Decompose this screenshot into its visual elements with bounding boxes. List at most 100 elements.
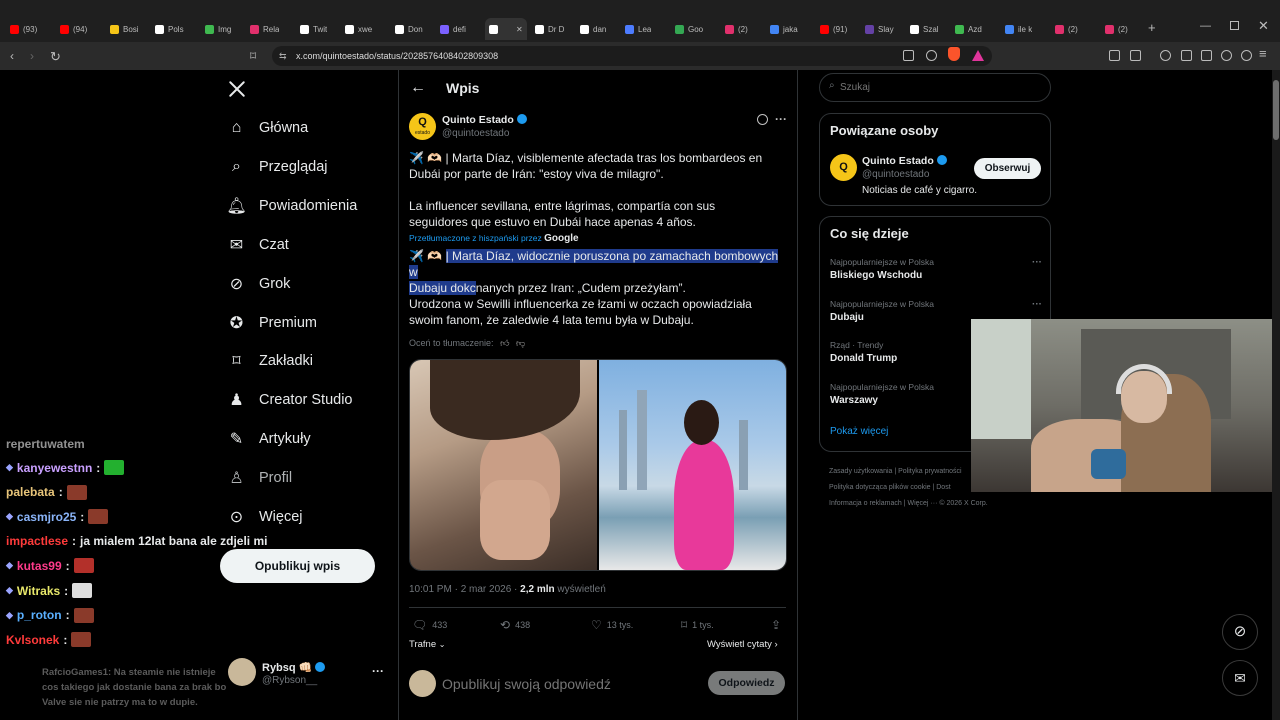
sort-dropdown[interactable]: Trafne ⌄ xyxy=(409,639,445,650)
new-tab-icon[interactable]: + xyxy=(1148,20,1156,35)
trend-more-icon[interactable]: ··· xyxy=(1032,299,1042,310)
timestamp-text[interactable]: 10:01 PM · 2 mar 2026 · xyxy=(409,584,520,595)
author-name[interactable]: Quinto Estado xyxy=(442,114,527,126)
share-action[interactable]: ⇪ xyxy=(771,618,781,632)
show-more-link[interactable]: Pokaż więcej xyxy=(830,426,888,437)
close-tab-icon[interactable]: ✕ xyxy=(516,25,523,34)
post-button[interactable]: Opublikuj wpis xyxy=(220,549,375,583)
back-icon[interactable]: ‹ xyxy=(10,49,14,63)
browser-tab[interactable]: Don xyxy=(395,18,423,40)
footer-line-2[interactable]: Polityka dotycząca plików cookie | Dost xyxy=(829,480,988,496)
tab-search-icon[interactable] xyxy=(1130,50,1141,61)
view-quotes-link[interactable]: Wyświetl cytaty › xyxy=(707,639,778,650)
browser-tab[interactable]: (2) xyxy=(725,18,748,40)
repost-action[interactable]: ⟲ 438 xyxy=(500,618,530,632)
reload-icon[interactable]: ↻ xyxy=(50,49,61,65)
related-avatar[interactable]: Q xyxy=(830,154,857,181)
url-field[interactable]: ⇆ x.com/quintoestado/status/202857640840… xyxy=(272,46,992,66)
install-icon[interactable] xyxy=(903,50,914,61)
browser-tab[interactable]: ile k xyxy=(1005,18,1032,40)
footer-line-3[interactable]: Informacja o reklamach | Więcej ··· © 20… xyxy=(829,496,988,512)
bookmark-page-icon[interactable]: ⌑ xyxy=(250,49,256,63)
account-avatar[interactable] xyxy=(228,658,256,686)
thumbs-down-icon[interactable]: 👎︎ xyxy=(516,338,525,348)
account-more-icon[interactable]: ··· xyxy=(372,664,384,678)
chat-username[interactable]: palebata xyxy=(6,485,55,499)
follow-button[interactable]: Obserwuj xyxy=(974,158,1041,179)
reply-input[interactable] xyxy=(442,673,692,695)
browser-tab[interactable]: ✕ xyxy=(485,18,527,40)
trend-item[interactable]: Najpopularniejsze w Polska Bliskiego Wsch… xyxy=(830,257,1042,281)
browser-tab[interactable]: Pols xyxy=(155,18,184,40)
trend-more-icon[interactable]: ··· xyxy=(1032,257,1042,268)
forward-icon[interactable]: › xyxy=(30,49,34,63)
share-icon[interactable] xyxy=(926,50,937,61)
footer-line-1[interactable]: Zasady użytkowania | Polityka prywatnośc… xyxy=(829,464,988,480)
nav-item[interactable]: ⌕ Przeglądaj xyxy=(228,155,328,179)
chat-username[interactable]: Witraks xyxy=(17,584,60,598)
browser-tab[interactable]: (93) xyxy=(10,18,37,40)
browser-tab[interactable]: jaka xyxy=(770,18,798,40)
search-input[interactable] xyxy=(840,79,1040,96)
nav-item[interactable]: ⊙ Więcej xyxy=(228,505,303,529)
browser-tab[interactable]: Bosi xyxy=(110,18,139,40)
browser-tab[interactable]: Szal xyxy=(910,18,939,40)
back-arrow-icon[interactable]: ← xyxy=(410,79,426,97)
related-name[interactable]: Quinto Estado xyxy=(862,155,947,167)
post-more-icon[interactable]: ··· xyxy=(775,112,787,126)
browser-tab[interactable]: Img xyxy=(205,18,231,40)
menu-icon[interactable]: ≡ xyxy=(1259,46,1267,61)
translation-note[interactable]: Przetłumaczone z hiszpański przez Google xyxy=(409,233,579,244)
site-settings-icon[interactable]: ⇆ xyxy=(279,46,287,66)
browser-tab[interactable]: (94) xyxy=(60,18,87,40)
browser-tab[interactable]: xwe xyxy=(345,18,372,40)
reply-button[interactable]: Odpowiedz xyxy=(708,671,785,695)
vpn-icon[interactable] xyxy=(1241,50,1252,61)
chat-username[interactable]: Kvlsonek xyxy=(6,633,59,647)
search-box[interactable]: ⌕ xyxy=(819,73,1051,102)
post-media[interactable] xyxy=(409,359,787,571)
chat-username[interactable]: p_roton xyxy=(17,608,62,622)
thumbs-up-icon[interactable]: 👍︎ xyxy=(500,338,509,348)
x-logo-icon[interactable] xyxy=(228,80,246,98)
chat-username[interactable]: impactlese xyxy=(6,534,68,548)
nav-item[interactable]: 🔔︎ Powiadomienia xyxy=(226,194,357,218)
media-image-crying[interactable] xyxy=(410,360,597,570)
like-action[interactable]: ♡ 13 tys. xyxy=(591,618,633,632)
browser-tab[interactable]: dan xyxy=(580,18,606,40)
browser-tab[interactable]: Rela xyxy=(250,18,279,40)
reply-action[interactable]: 🗨︎ 433 xyxy=(412,618,447,632)
media-icon[interactable] xyxy=(1160,50,1171,61)
nav-item[interactable]: ⌑ Zakładki xyxy=(228,349,313,373)
browser-tab[interactable]: Lea xyxy=(625,18,651,40)
rewards-icon[interactable] xyxy=(972,50,984,61)
browser-tab[interactable]: (2) xyxy=(1105,18,1128,40)
grok-explain-icon[interactable] xyxy=(757,114,768,125)
browser-tab[interactable]: Goo xyxy=(675,18,703,40)
author-avatar[interactable]: Q estado xyxy=(409,113,436,140)
nav-item[interactable]: ⌂ Główna xyxy=(228,116,309,140)
author-handle[interactable]: @quintoestado xyxy=(442,128,509,139)
nav-item[interactable]: ♟ Creator Studio xyxy=(228,388,352,412)
grok-float-button[interactable]: ⊘ xyxy=(1222,614,1258,650)
nav-item[interactable]: ✉ Czat xyxy=(228,233,289,257)
bookmark-action[interactable]: ⌑ 1 tys. xyxy=(681,618,714,632)
maximize-icon[interactable] xyxy=(1230,21,1239,30)
extensions-icon[interactable] xyxy=(1109,50,1120,61)
chat-username[interactable]: kanyewestnn xyxy=(17,461,92,475)
minimize-icon[interactable]: — xyxy=(1200,20,1211,32)
sidebar-icon[interactable] xyxy=(1181,50,1192,61)
browser-tab[interactable]: Slay xyxy=(865,18,894,40)
scrollbar-thumb[interactable] xyxy=(1273,80,1279,140)
leo-icon[interactable] xyxy=(1221,50,1232,61)
wallet-icon[interactable] xyxy=(1201,50,1212,61)
chat-username[interactable]: kutas99 xyxy=(17,559,62,573)
browser-tab[interactable]: Twit xyxy=(300,18,327,40)
media-image-dubai[interactable] xyxy=(599,360,786,570)
nav-item[interactable]: ✎ Artykuły xyxy=(228,427,311,451)
browser-tab[interactable]: Dr D xyxy=(535,18,564,40)
browser-tab[interactable]: Azd xyxy=(955,18,982,40)
brave-shield-icon[interactable] xyxy=(948,47,960,61)
scrollbar[interactable] xyxy=(1272,70,1280,720)
browser-tab[interactable]: (91) xyxy=(820,18,847,40)
